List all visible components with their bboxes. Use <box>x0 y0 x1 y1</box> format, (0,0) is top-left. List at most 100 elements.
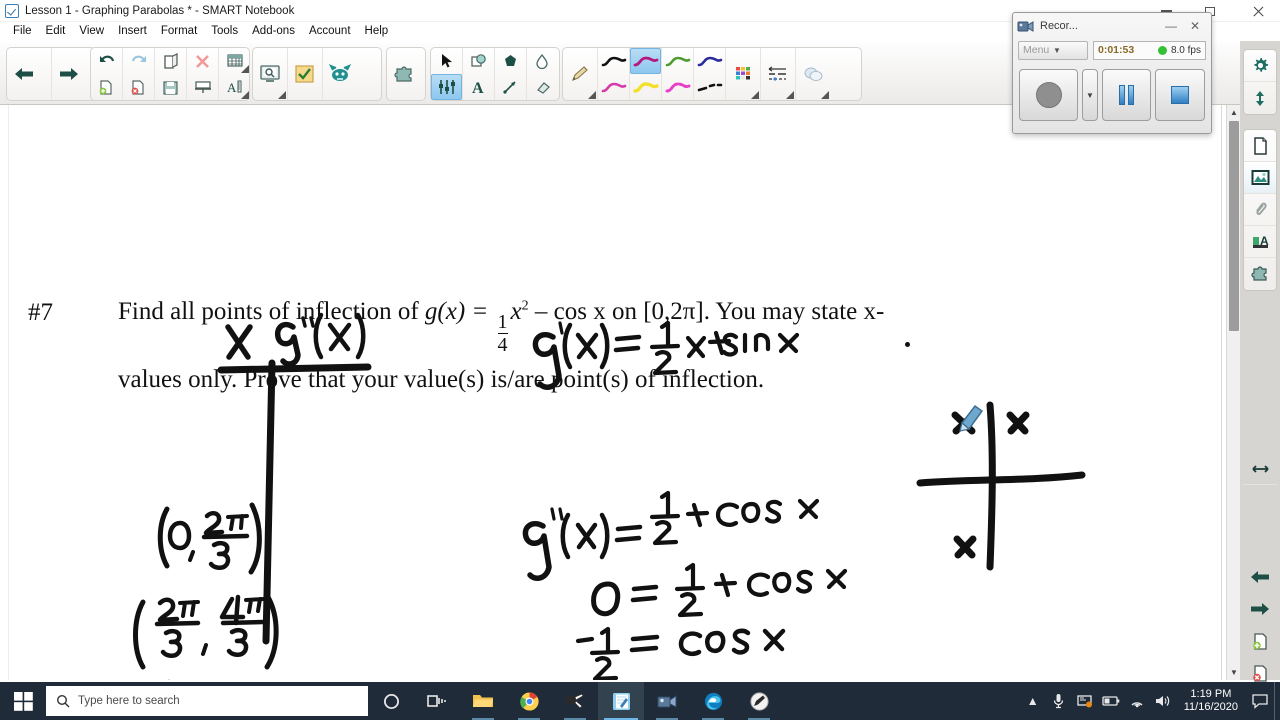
save-icon[interactable] <box>155 74 186 100</box>
pen-properties-icon[interactable] <box>431 74 462 100</box>
stroke-pink-icon[interactable] <box>598 74 629 100</box>
line-style-icon[interactable] <box>761 48 795 100</box>
recorder-window[interactable]: Recor... — ✕ Menu ▼ 0:01:53 8.0 fps ▼ <box>1012 12 1212 134</box>
stroke-blue-icon[interactable] <box>694 48 725 74</box>
taskbar-clock[interactable]: 1:19 PM 11/16/2020 <box>1176 688 1246 714</box>
stroke-green-icon[interactable] <box>662 48 693 74</box>
menu-item-edit[interactable]: Edit <box>39 22 73 41</box>
sidebar-back-arrow-icon[interactable] <box>1243 561 1277 593</box>
search-input[interactable]: Type here to search <box>46 686 368 716</box>
recorder-minimize-button[interactable]: — <box>1159 16 1183 36</box>
puzzle-panel-icon[interactable] <box>1244 258 1276 290</box>
recorder-close-button[interactable]: ✕ <box>1183 16 1207 36</box>
chevron-down-icon[interactable] <box>278 91 286 99</box>
start-button[interactable] <box>0 682 46 720</box>
notebook-canvas[interactable]: #7 Find all points of inflection of g(x)… <box>0 105 1222 680</box>
smart-notebook-icon[interactable] <box>598 682 644 720</box>
display-icon[interactable] <box>1072 682 1098 720</box>
file-explorer-icon[interactable] <box>460 682 506 720</box>
recorder-icon[interactable] <box>644 682 690 720</box>
chrome-icon[interactable] <box>506 682 552 720</box>
menu-item-tools[interactable]: Tools <box>204 22 245 41</box>
autohide-icon[interactable] <box>1243 453 1277 485</box>
menu-item-view[interactable]: View <box>72 22 111 41</box>
wifi-icon[interactable] <box>1124 682 1150 720</box>
record-options-button[interactable]: ▼ <box>1082 69 1098 121</box>
menu-item-file[interactable]: File <box>6 22 39 41</box>
pen-tool-icon[interactable] <box>736 682 782 720</box>
stroke-black-icon[interactable] <box>598 48 629 74</box>
ink-x-in-paren <box>327 322 352 352</box>
stroke-dashed-icon[interactable] <box>694 74 725 100</box>
back-arrow-icon[interactable] <box>7 48 41 100</box>
record-button[interactable] <box>1019 69 1079 121</box>
delete-x-icon[interactable] <box>187 48 218 74</box>
eraser-icon[interactable] <box>527 74 558 100</box>
select-arrow-icon[interactable] <box>431 48 462 74</box>
close-button[interactable] <box>1236 0 1280 22</box>
menu-item-addons[interactable]: Add-ons <box>245 22 302 41</box>
task-view-icon[interactable] <box>414 682 460 720</box>
page-sorter-icon[interactable] <box>1244 130 1276 162</box>
chevron-down-icon[interactable] <box>821 91 829 99</box>
attachment-icon[interactable] <box>1244 194 1276 226</box>
forward-arrow-icon[interactable] <box>52 48 86 100</box>
addons-panel-icon[interactable]: A <box>1244 226 1276 258</box>
new-page-icon[interactable] <box>91 74 122 100</box>
chevron-up-icon[interactable]: ▲ <box>1020 682 1046 720</box>
scrollbar-thumb[interactable] <box>1229 121 1239 331</box>
canvas-scrollbar[interactable]: ▲ ▼ <box>1226 105 1240 680</box>
show-desktop-button[interactable] <box>1274 682 1280 720</box>
response-icon[interactable] <box>288 48 322 100</box>
transparency-icon[interactable] <box>796 48 830 100</box>
screen-capture-icon[interactable] <box>253 48 287 100</box>
redo-icon[interactable] <box>123 48 154 74</box>
microphone-icon[interactable] <box>1046 682 1072 720</box>
edge-icon[interactable] <box>690 682 736 720</box>
battery-icon[interactable] <box>1098 682 1124 720</box>
chevron-down-icon[interactable] <box>751 91 759 99</box>
mascot-icon[interactable] <box>323 48 357 100</box>
text-icon[interactable]: A <box>463 74 494 100</box>
stroke-magenta-icon[interactable] <box>630 48 661 74</box>
undo-icon[interactable] <box>91 48 122 74</box>
chevron-down-icon[interactable]: ▼ <box>1053 46 1083 55</box>
clipboard-icon[interactable] <box>155 48 186 74</box>
screen-shade-icon[interactable] <box>187 74 218 100</box>
resize-icon[interactable] <box>1244 82 1276 114</box>
volume-icon[interactable] <box>1150 682 1176 720</box>
menu-item-format[interactable]: Format <box>154 22 204 41</box>
puzzle-icon[interactable] <box>387 48 421 100</box>
delete-page-icon[interactable] <box>123 74 154 100</box>
cortana-icon[interactable] <box>368 682 414 720</box>
menu-item-help[interactable]: Help <box>358 22 396 41</box>
chevron-down-icon[interactable] <box>588 91 596 99</box>
color-palette-icon[interactable] <box>726 48 760 100</box>
chevron-down-icon[interactable]: ▼ <box>1227 665 1241 680</box>
chevron-down-icon[interactable] <box>241 91 249 99</box>
line-icon[interactable] <box>495 74 526 100</box>
table-icon[interactable] <box>219 48 250 74</box>
chevron-up-icon[interactable]: ▲ <box>1227 105 1241 120</box>
chevron-down-icon[interactable] <box>786 91 794 99</box>
pause-button[interactable] <box>1101 69 1152 121</box>
smart-ink-icon[interactable] <box>552 682 598 720</box>
sidebar-forward-arrow-icon[interactable] <box>1243 593 1277 625</box>
stroke-yellow-icon[interactable] <box>630 74 661 100</box>
menu-item-insert[interactable]: Insert <box>111 22 154 41</box>
magic-pen-icon[interactable] <box>463 48 494 74</box>
recorder-menu-dropdown[interactable]: Menu ▼ <box>1018 40 1088 60</box>
sidebar-add-page-icon[interactable] <box>1243 625 1277 657</box>
notification-icon[interactable] <box>1246 682 1274 720</box>
fonts-icon[interactable]: A <box>219 74 250 100</box>
stop-button[interactable] <box>1155 69 1205 121</box>
stroke-creative-icon[interactable] <box>662 74 693 100</box>
system-tray: ▲ 1:19 PM 11/16/2020 <box>1020 682 1280 720</box>
gallery-icon[interactable] <box>1244 162 1276 194</box>
menu-item-account[interactable]: Account <box>302 22 358 41</box>
fill-icon[interactable] <box>527 48 558 74</box>
chevron-down-icon[interactable] <box>241 65 249 73</box>
gear-icon[interactable] <box>1244 50 1276 82</box>
shapes-icon[interactable] <box>495 48 526 74</box>
pencil-icon[interactable] <box>563 48 597 100</box>
